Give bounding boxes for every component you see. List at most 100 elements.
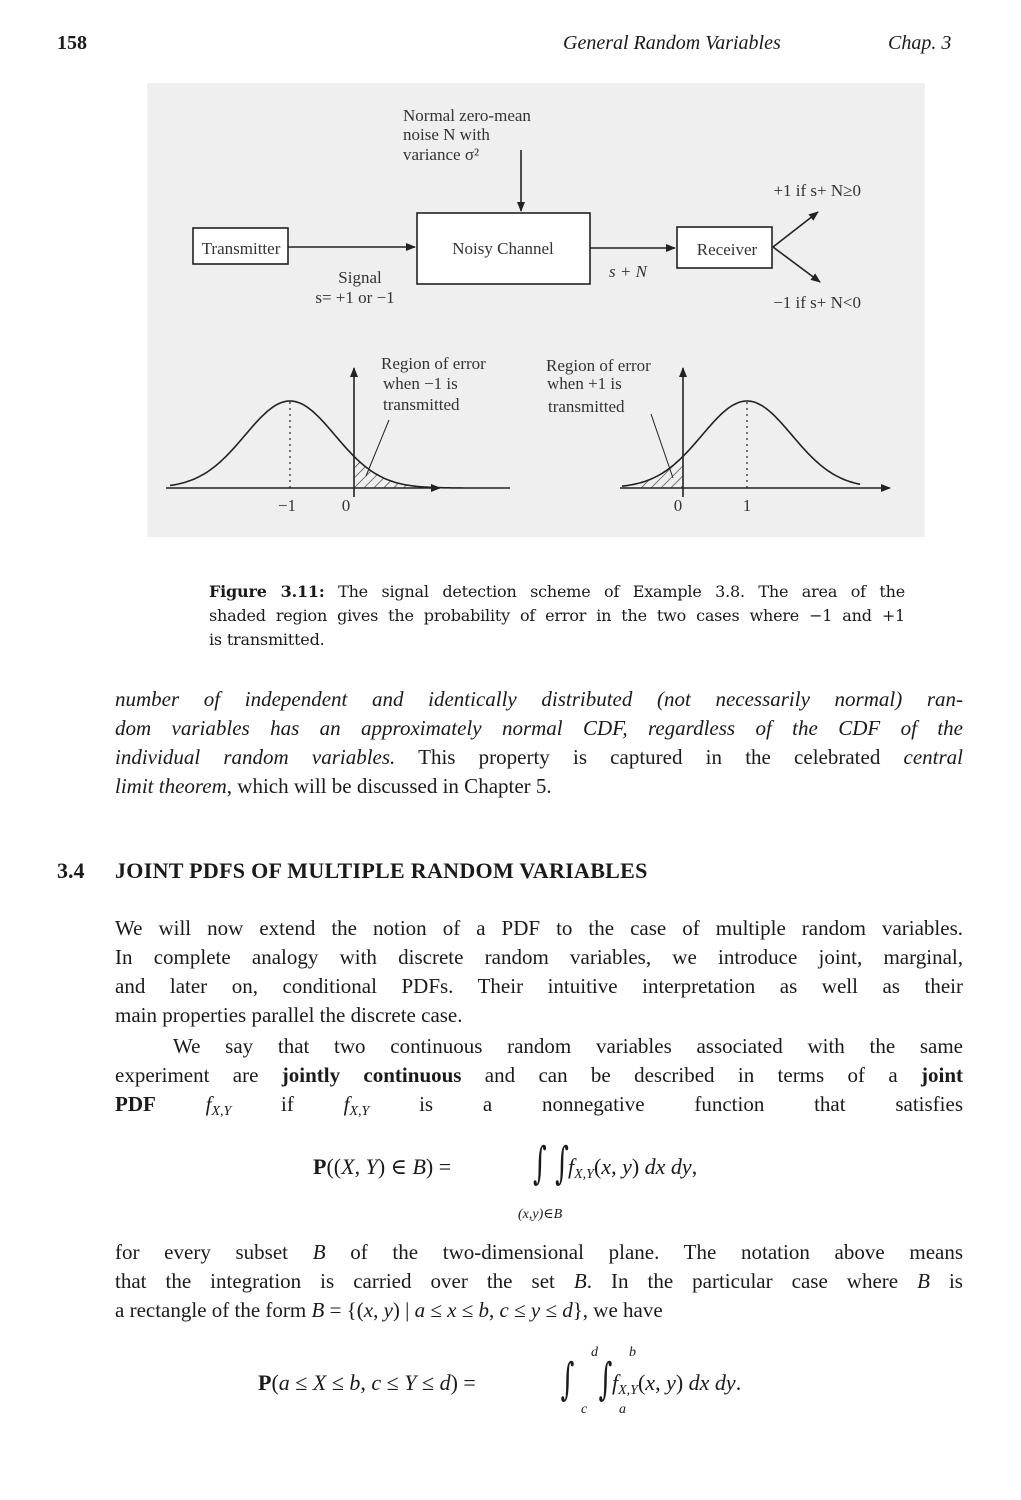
text-segment: central bbox=[903, 745, 963, 769]
text-line: is transmitted. bbox=[209, 628, 905, 652]
text-segment: x bbox=[645, 1370, 656, 1395]
text-segment: is bbox=[929, 1269, 963, 1293]
text-segment: The signal detection scheme of Example 3… bbox=[324, 582, 905, 601]
text-line: that the integration is carried over the… bbox=[115, 1267, 963, 1296]
text-segment: P bbox=[313, 1154, 327, 1179]
text-segment: , bbox=[489, 1298, 500, 1322]
text-line: In complete analogy with discrete random… bbox=[115, 943, 963, 972]
decision-plus-label: +1 if s+ N≥0 bbox=[773, 181, 861, 200]
eq1-lhs: P((X, Y) ∈ B) = bbox=[313, 1154, 451, 1180]
text-segment: a bbox=[278, 1370, 290, 1395]
text-segment: , which will be discussed in Chapter 5. bbox=[226, 774, 552, 798]
text-segment: PDF bbox=[115, 1092, 156, 1116]
receiver-label: Receiver bbox=[697, 240, 758, 259]
text-line: individual random variables. This proper… bbox=[115, 743, 963, 772]
text-segment: f bbox=[155, 1092, 212, 1116]
section-number: 3.4 bbox=[57, 858, 85, 883]
text-segment: ≤ bbox=[289, 1370, 313, 1395]
text-segment: X bbox=[341, 1154, 355, 1179]
left-region-label-3: transmitted bbox=[383, 395, 460, 414]
eq1-double-integral: ∫ ∫ bbox=[532, 1138, 569, 1189]
text-segment: . In the particular case where bbox=[586, 1269, 918, 1293]
eq2-outer-upper: d bbox=[591, 1345, 598, 1360]
text-segment: B bbox=[412, 1154, 426, 1179]
eq2-inner-integral: ∫ bbox=[598, 1354, 613, 1405]
text-segment: ) = bbox=[425, 1154, 452, 1179]
text-segment: d bbox=[439, 1370, 451, 1395]
text-segment: We will now extend the notion of a PDF t… bbox=[115, 916, 963, 940]
text-segment: = {( bbox=[324, 1298, 364, 1322]
noise-label-2: noise N with bbox=[403, 125, 490, 144]
eq1-rhs: fX,Y(x, y) dx dy, bbox=[568, 1154, 697, 1183]
text-segment: main properties parallel the discrete ca… bbox=[115, 1003, 463, 1027]
text-segment: c bbox=[499, 1298, 509, 1322]
text-line: limit theorem, which will be discussed i… bbox=[115, 772, 963, 801]
text-line: number of independent and identically di… bbox=[115, 685, 963, 714]
right-region-label-2: when +1 is bbox=[547, 374, 622, 393]
text-line: We say that two continuous random variab… bbox=[173, 1032, 963, 1061]
text-segment: number of independent and identically di… bbox=[115, 687, 963, 711]
text-segment: }, we have bbox=[572, 1298, 663, 1322]
text-segment: ) bbox=[675, 1370, 689, 1395]
text-segment: b bbox=[349, 1370, 361, 1395]
text-segment: for every subset bbox=[115, 1240, 313, 1264]
right-region-label-3: transmitted bbox=[548, 397, 625, 416]
right-tick-one: 1 bbox=[743, 496, 752, 515]
eq2-inner-lower: a bbox=[619, 1402, 626, 1417]
channel-label: Noisy Channel bbox=[452, 239, 554, 258]
text-segment: d bbox=[562, 1298, 573, 1322]
noise-label-3: variance σ² bbox=[403, 145, 479, 164]
text-segment: ) bbox=[631, 1154, 645, 1179]
text-segment: c bbox=[371, 1370, 382, 1395]
text-segment: ) = bbox=[450, 1370, 476, 1395]
text-line: shaded region gives the probability of e… bbox=[209, 604, 905, 628]
text-segment: ≤ bbox=[425, 1298, 448, 1322]
text-line: dom variables has an approximately norma… bbox=[115, 714, 963, 743]
text-segment: and later on, conditional PDFs. Their in… bbox=[115, 974, 963, 998]
text-segment: b bbox=[478, 1298, 490, 1322]
text-segment: X,Y bbox=[574, 1167, 594, 1182]
signal-values: s= +1 or −1 bbox=[315, 288, 394, 307]
text-segment: that the integration is carried over the… bbox=[115, 1269, 574, 1293]
eq2-lhs: P(a ≤ X ≤ b, c ≤ Y ≤ d) = bbox=[258, 1370, 476, 1396]
text-segment: individual random variables. bbox=[115, 745, 396, 769]
left-tick-minus-one: −1 bbox=[278, 496, 296, 515]
text-segment: In complete analogy with discrete random… bbox=[115, 945, 963, 969]
decision-minus-label: −1 if s+ N<0 bbox=[773, 293, 861, 312]
text-line: main properties parallel the discrete ca… bbox=[115, 1001, 963, 1030]
signal-label: Signal bbox=[338, 268, 382, 287]
text-segment: and can be described in terms of a bbox=[461, 1063, 921, 1087]
text-segment: X,Y bbox=[618, 1383, 638, 1398]
text-segment: ≤ bbox=[416, 1370, 440, 1395]
eq2-outer-lower: c bbox=[581, 1402, 588, 1417]
right-region-label-1: Region of error bbox=[546, 356, 651, 375]
text-segment: limit theorem bbox=[115, 774, 227, 798]
signal-detection-figure: Normal zero-mean noise N with variance σ… bbox=[147, 83, 925, 537]
text-segment: , bbox=[360, 1370, 372, 1395]
text-segment: a rectangle of the form bbox=[115, 1298, 312, 1322]
text-segment: Y bbox=[365, 1154, 378, 1179]
text-segment: Y bbox=[404, 1370, 417, 1395]
text-segment: if bbox=[231, 1092, 344, 1116]
text-segment: (( bbox=[326, 1154, 342, 1179]
text-segment: X bbox=[312, 1370, 327, 1395]
text-line: experiment are jointly continuous and ca… bbox=[115, 1061, 963, 1090]
text-segment: ) ∈ bbox=[377, 1154, 413, 1179]
left-tick-zero: 0 bbox=[342, 496, 351, 515]
text-segment: dx dy bbox=[688, 1370, 736, 1395]
text-segment: P bbox=[258, 1370, 272, 1395]
text-segment: dx dy bbox=[644, 1154, 692, 1179]
text-segment: is a nonnegative function that satisfies bbox=[369, 1092, 963, 1116]
text-segment: x bbox=[601, 1154, 612, 1179]
text-segment: dom variables has an approximately norma… bbox=[115, 716, 963, 740]
text-segment: B bbox=[311, 1298, 325, 1322]
text-segment: jointly continuous bbox=[281, 1063, 462, 1087]
text-segment: y bbox=[530, 1298, 541, 1322]
text-segment: ) | bbox=[392, 1298, 415, 1322]
text-segment: ≤ bbox=[456, 1298, 479, 1322]
text-segment: B bbox=[917, 1269, 930, 1293]
text-segment: x bbox=[363, 1298, 374, 1322]
text-line: Figure 3.11: The signal detection scheme… bbox=[209, 580, 905, 604]
text-segment: is transmitted. bbox=[209, 630, 325, 649]
text-segment: B bbox=[573, 1269, 587, 1293]
